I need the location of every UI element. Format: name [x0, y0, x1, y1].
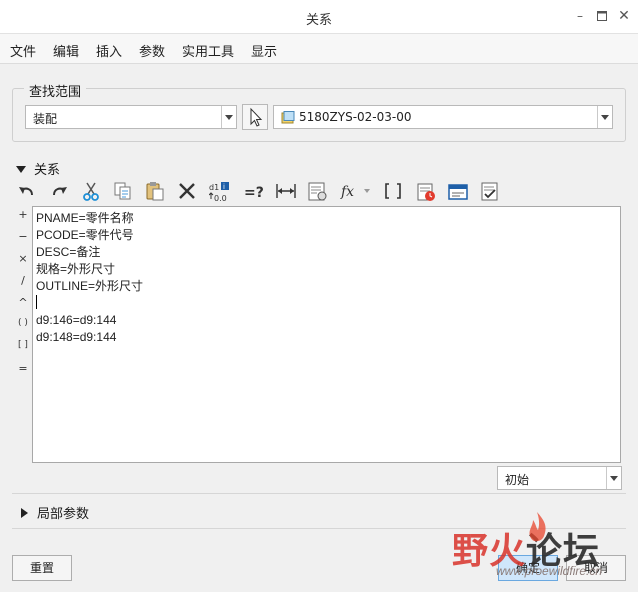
delete-icon[interactable] [174, 178, 200, 204]
operator-multiply[interactable]: × [14, 252, 32, 265]
menu-insert[interactable]: 插入 [96, 41, 122, 60]
text-caret [36, 295, 37, 309]
relations-section-toggle[interactable]: 关系 [16, 159, 60, 178]
redo-icon[interactable] [46, 178, 72, 204]
operator-power[interactable]: ^ [14, 296, 32, 309]
select-model-button[interactable] [242, 104, 268, 130]
relation-line: PNAME=零件名称 [36, 211, 134, 225]
title-bar: 关系 – ✕ [0, 0, 638, 34]
lookin-group-label: 查找范围 [24, 81, 87, 100]
lookin-type-value: 装配 [33, 112, 58, 126]
svg-text:0.0: 0.0 [214, 194, 227, 203]
undo-icon[interactable] [14, 178, 40, 204]
collapse-arrow-icon [16, 166, 26, 173]
part-file-icon [281, 111, 295, 128]
lookin-model-value: 5180ZYS-02-03-00 [299, 110, 412, 124]
lookin-type-select[interactable]: 装配 [25, 105, 237, 129]
operator-minus[interactable]: − [14, 230, 32, 243]
relation-line: PCODE=零件代号 [36, 228, 134, 242]
divider [12, 493, 626, 494]
chevron-down-icon [221, 106, 236, 128]
menu-parameters[interactable]: 参数 [139, 41, 165, 60]
svg-text:i: i [223, 183, 225, 191]
brackets-icon[interactable] [380, 178, 406, 204]
relation-type-value: 初始 [505, 473, 530, 487]
chevron-down-icon [597, 106, 612, 128]
relation-line: DESC=备注 [36, 245, 101, 259]
menu-file[interactable]: 文件 [10, 41, 36, 60]
relation-line-current [36, 295, 617, 312]
menu-bar: 文件 编辑 插入 参数 实用工具 显示 [0, 34, 638, 64]
relation-line: d9:146=d9:144 [36, 313, 117, 327]
menu-edit[interactable]: 编辑 [53, 41, 79, 60]
menu-display[interactable]: 显示 [251, 41, 277, 60]
sort-icon[interactable] [412, 178, 438, 204]
relation-type-select[interactable]: 初始 [497, 466, 622, 490]
maximize-icon[interactable] [594, 8, 610, 24]
svg-text:fx: fx [340, 184, 354, 200]
lookin-model-select[interactable]: 5180ZYS-02-03-00 [273, 105, 613, 129]
local-params-toggle[interactable]: 局部参数 [21, 503, 89, 522]
expand-arrow-icon [21, 508, 28, 518]
parameters-icon[interactable] [304, 178, 330, 204]
relations-editor[interactable]: PNAME=零件名称 PCODE=零件代号 DESC=备注 规格=外形尺寸 OU… [32, 206, 621, 463]
relation-line: d9:148=d9:144 [36, 330, 117, 344]
show-values-icon[interactable]: d1 i 0.0 [206, 178, 232, 204]
window-title: 关系 [305, 13, 332, 28]
verify-icon[interactable] [444, 178, 470, 204]
svg-text:=?: =? [244, 185, 264, 201]
operator-divide[interactable]: / [14, 274, 32, 287]
dimension-icon[interactable] [272, 178, 298, 204]
evaluate-icon[interactable]: =? [240, 178, 266, 204]
watermark-logo: 野火论坛 www.proewildfire.cn [452, 512, 632, 584]
cut-icon[interactable] [78, 178, 104, 204]
svg-text:d1: d1 [209, 183, 219, 192]
relation-line: OUTLINE=外形尺寸 [36, 279, 144, 293]
paste-icon[interactable] [142, 178, 168, 204]
relations-section-label: 关系 [34, 163, 61, 178]
relation-line: 规格=外形尺寸 [36, 262, 116, 276]
close-icon[interactable]: ✕ [616, 8, 632, 24]
operator-parentheses[interactable]: ( ) [14, 318, 32, 328]
operator-plus[interactable]: + [14, 208, 32, 221]
function-icon[interactable]: fx [336, 178, 372, 204]
reset-button[interactable]: 重置 [12, 555, 72, 581]
local-params-label: 局部参数 [37, 507, 90, 522]
copy-icon[interactable] [110, 178, 136, 204]
save-icon[interactable] [476, 178, 502, 204]
menu-utilities[interactable]: 实用工具 [182, 41, 234, 60]
flame-icon [529, 512, 546, 542]
watermark-url: www.proewildfire.cn [496, 564, 603, 578]
operator-brackets[interactable]: [ ] [14, 340, 32, 350]
minimize-icon[interactable]: – [572, 8, 588, 24]
chevron-down-icon [606, 467, 621, 489]
cursor-arrow-icon [250, 107, 263, 127]
operator-equals[interactable]: = [14, 362, 32, 375]
